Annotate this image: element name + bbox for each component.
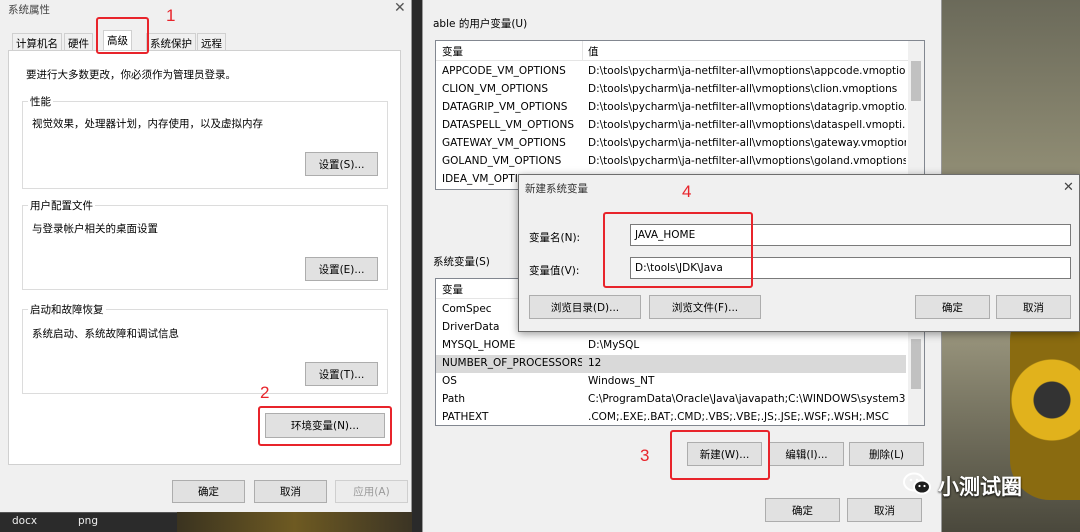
tab-hardware[interactable]: 硬件 [64, 33, 93, 51]
startup-label: 启动和故障恢复 [28, 302, 106, 317]
user-vars-list[interactable]: 变量 值 APPCODE_VM_OPTIONS D:\tools\pycharm\… [435, 40, 925, 190]
var-name: GOLAND_VM_OPTIONS [442, 155, 562, 167]
performance-desc: 视觉效果，处理器计划，内存使用，以及虚拟内存 [32, 118, 263, 130]
var-name: OS [442, 375, 457, 387]
column-header-variable[interactable]: 变量 [442, 44, 463, 59]
annotation-number-3: 3 [640, 446, 650, 465]
cancel-button[interactable]: 取消 [254, 480, 327, 503]
var-name: MYSQL_HOME [442, 339, 516, 351]
scrollbar-thumb[interactable] [911, 339, 921, 389]
user-vars-label: able 的用户变量(U) [433, 18, 528, 30]
var-name: DATASPELL_VM_OPTIONS [442, 119, 575, 131]
table-row[interactable]: OS Windows_NT [436, 373, 906, 391]
browse-directory-button[interactable]: 浏览目录(D)... [529, 295, 641, 319]
var-value: C:\ProgramData\Oracle\Java\javapath;C:\W… [588, 393, 906, 405]
annotation-box-2 [258, 406, 392, 446]
var-value: D:\tools\pycharm\ja-netfilter-all\vmopti… [588, 119, 906, 131]
table-row[interactable]: DATASPELL_VM_OPTIONS D:\tools\pycharm\ja-… [436, 117, 906, 135]
table-row[interactable]: APPCODE_VM_OPTIONS D:\tools\pycharm\ja-ne… [436, 63, 906, 81]
browse-file-button[interactable]: 浏览文件(F)... [649, 295, 761, 319]
env-ok-button[interactable]: 确定 [765, 498, 840, 522]
vertical-scrollbar[interactable] [908, 41, 924, 189]
new-var-ok-button[interactable]: 确定 [915, 295, 990, 319]
dialog-title: 新建系统变量 [525, 183, 588, 195]
tab-remote[interactable]: 远程 [197, 33, 226, 51]
var-name: NUMBER_OF_PROCESSORS [442, 357, 582, 369]
sys-vars-label: 系统变量(S) [433, 256, 490, 268]
var-value: 12 [588, 357, 602, 369]
var-name: APPCODE_VM_OPTIONS [442, 65, 566, 77]
taskbar-item-docx[interactable]: docx [12, 515, 37, 527]
var-value: .COM;.EXE;.BAT;.CMD;.VBS;.VBE;.JS;.JSE;.… [588, 411, 889, 423]
delete-button[interactable]: 删除(L) [849, 442, 924, 466]
list-header: 变量 值 [436, 41, 908, 61]
startup-settings-button[interactable]: 设置(T)... [305, 362, 378, 386]
apply-button[interactable]: 应用(A) [335, 480, 408, 503]
user-profiles-desc: 与登录帐户相关的桌面设置 [32, 223, 158, 235]
startup-desc: 系统启动、系统故障和调试信息 [32, 328, 179, 340]
var-name: DATAGRIP_VM_OPTIONS [442, 101, 568, 113]
table-row[interactable]: MYSQL_HOME D:\MySQL [436, 337, 906, 355]
user-profiles-settings-button[interactable]: 设置(E)... [305, 257, 378, 281]
annotation-box-1 [96, 17, 149, 54]
annotation-box-4 [603, 212, 753, 288]
var-value: D:\MySQL [588, 339, 640, 351]
var-value: D:\tools\pycharm\ja-netfilter-all\vmopti… [588, 101, 906, 113]
dialog-title: 系统属性 [8, 4, 50, 16]
var-value: Windows_NT [588, 375, 655, 387]
performance-label: 性能 [28, 94, 53, 109]
tab-computer-name[interactable]: 计算机名 [12, 33, 62, 51]
env-cancel-button[interactable]: 取消 [847, 498, 922, 522]
annotation-number-2: 2 [260, 383, 270, 402]
table-row[interactable]: GATEWAY_VM_OPTIONS D:\tools\pycharm\ja-ne… [436, 135, 906, 153]
var-value: D:\tools\pycharm\ja-netfilter-all\vmopti… [588, 155, 906, 167]
user-profiles-label: 用户配置文件 [28, 198, 95, 213]
ok-button[interactable]: 确定 [172, 480, 245, 503]
table-row[interactable]: GOLAND_VM_OPTIONS D:\tools\pycharm\ja-net… [436, 153, 906, 171]
taskbar-item-png[interactable]: png [78, 515, 98, 527]
variable-name-label: 变量名(N): [529, 232, 581, 244]
table-row-selected[interactable]: NUMBER_OF_PROCESSORS 12 [436, 355, 906, 373]
column-divider [582, 41, 583, 61]
column-header-value[interactable]: 值 [588, 44, 599, 59]
table-row[interactable]: PATHEXT .COM;.EXE;.BAT;.CMD;.VBS;.VBE;.JS… [436, 409, 906, 425]
table-row[interactable]: DATAGRIP_VM_OPTIONS D:\tools\pycharm\ja-n… [436, 99, 906, 117]
scrollbar-thumb[interactable] [911, 61, 921, 101]
var-name: Path [442, 393, 466, 405]
taskbar-divider [177, 512, 412, 532]
variable-value-label: 变量值(V): [529, 265, 580, 277]
column-header-variable[interactable]: 变量 [442, 282, 463, 297]
wechat-icon [902, 470, 932, 498]
table-row[interactable]: CLION_VM_OPTIONS D:\tools\pycharm\ja-netf… [436, 81, 906, 99]
var-value: D:\tools\pycharm\ja-netfilter-all\vmopti… [588, 65, 906, 77]
var-name: CLION_VM_OPTIONS [442, 83, 549, 95]
close-icon[interactable]: ✕ [1063, 180, 1074, 195]
var-value: D:\tools\pycharm\ja-netfilter-all\vmopti… [588, 137, 906, 149]
var-name: GATEWAY_VM_OPTIONS [442, 137, 566, 149]
table-row[interactable]: Path C:\ProgramData\Oracle\Java\javapath;… [436, 391, 906, 409]
annotation-box-3 [670, 430, 770, 480]
admin-notice: 要进行大多数更改，你必须作为管理员登录。 [26, 69, 236, 81]
new-var-cancel-button[interactable]: 取消 [996, 295, 1071, 319]
edit-button[interactable]: 编辑(I)... [769, 442, 844, 466]
annotation-number-4: 4 [682, 182, 692, 201]
watermark-text: 小测试圈 [938, 475, 1022, 499]
var-name: PATHEXT [442, 411, 489, 423]
annotation-number-1: 1 [166, 6, 176, 25]
var-value: D:\tools\pycharm\ja-netfilter-all\vmopti… [588, 83, 898, 95]
close-icon[interactable]: ✕ [394, 0, 406, 16]
tab-system-protection[interactable]: 系统保护 [146, 33, 196, 51]
dark-strip [412, 0, 422, 532]
performance-settings-button[interactable]: 设置(S)... [305, 152, 378, 176]
